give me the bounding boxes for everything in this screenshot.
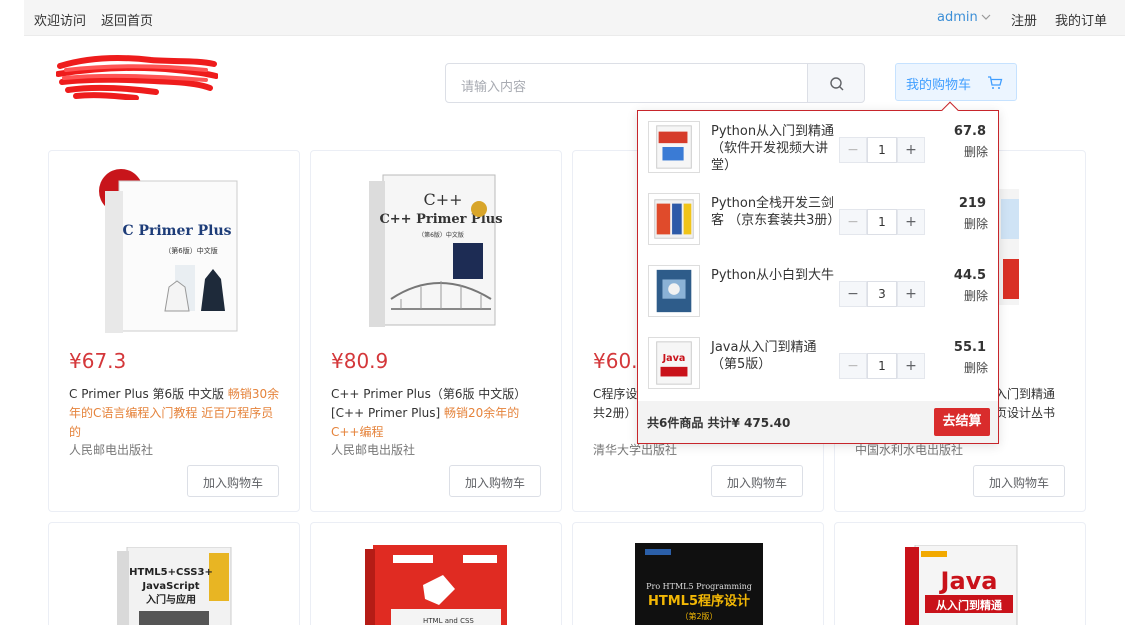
chevron-down-icon[interactable] bbox=[980, 11, 992, 23]
cart-item: Python从入门到精通（软件开发视频大讲堂） − 1 + 67.8 删除 bbox=[638, 113, 998, 185]
increase-button[interactable]: + bbox=[897, 137, 925, 163]
book-cover-image: C++ C++ Primer Plus （第6版）中文版 bbox=[369, 174, 503, 327]
quantity-stepper: − 1 + bbox=[839, 353, 925, 379]
cart-item-thumbnail[interactable] bbox=[648, 121, 700, 173]
product-publisher: 人民邮电出版社 bbox=[69, 443, 154, 457]
decrease-button[interactable]: − bbox=[839, 353, 867, 379]
add-to-cart-button[interactable]: 加入购物车 bbox=[711, 465, 803, 497]
book-cover-image: HTML5+CSS3+ JavaScript 入门与应用 bbox=[117, 547, 232, 625]
cart-item: Python从小白到大牛 − 3 + 44.5 删除 bbox=[638, 257, 998, 329]
cover-title: C Primer Plus bbox=[122, 223, 231, 239]
logo[interactable] bbox=[56, 52, 218, 100]
delete-button[interactable]: 删除 bbox=[964, 143, 988, 160]
product-card[interactable]: Pro HTML5 Programming HTML5程序设计 （第2版） bbox=[572, 522, 824, 625]
delete-button[interactable]: 删除 bbox=[964, 215, 988, 232]
quantity-input[interactable]: 3 bbox=[867, 281, 897, 307]
increase-button[interactable]: + bbox=[897, 209, 925, 235]
cart-summary-bar: 共6件商品 共计¥ 475.40 去结算 bbox=[638, 401, 998, 443]
cart-item: Python全栈开发三剑客 （京东套装共3册） − 1 + 219 删除 bbox=[638, 185, 998, 257]
product-card[interactable]: Java 从入门到精通 bbox=[834, 522, 1086, 625]
user-menu[interactable]: admin bbox=[937, 10, 978, 25]
cart-item-thumbnail[interactable] bbox=[648, 193, 700, 245]
search-icon bbox=[830, 77, 844, 91]
cart-item-price: 219 bbox=[958, 196, 986, 211]
book-cover-image: HTML and CSS bbox=[365, 545, 507, 625]
cover-title: HTML and CSS bbox=[423, 617, 474, 625]
product-card[interactable]: C++ C++ Primer Plus （第6版）中文版 ¥80.9 C++ P… bbox=[310, 150, 562, 512]
svg-text:HTML5+CSS3+: HTML5+CSS3+ bbox=[129, 567, 213, 578]
cover-subtitle: 从入门到精通 bbox=[936, 598, 1002, 612]
cart-item-price: 67.8 bbox=[953, 124, 986, 139]
top-bar: 欢迎访问 返回首页 admin 注册 我的订单 bbox=[24, 0, 1125, 36]
product-title[interactable]: C Primer Plus 第6版 中文版 畅销30余年的C语言编程入门教程 近… bbox=[69, 385, 285, 442]
decrease-button[interactable]: − bbox=[839, 209, 867, 235]
my-cart-label: 我的购物车 bbox=[906, 78, 972, 93]
my-orders-link[interactable]: 我的订单 bbox=[1055, 10, 1107, 29]
quantity-input[interactable]: 1 bbox=[867, 353, 897, 379]
checkout-button[interactable]: 去结算 bbox=[934, 408, 990, 436]
register-link[interactable]: 注册 bbox=[1011, 10, 1037, 29]
cover-title: Java bbox=[939, 567, 998, 595]
cart-item-price: 44.5 bbox=[953, 268, 986, 283]
book-cover-image bbox=[999, 189, 1019, 305]
cart-item-price: 55.1 bbox=[953, 340, 986, 355]
home-link[interactable]: 返回首页 bbox=[101, 10, 153, 29]
cover-subtitle: （第6版）中文版 bbox=[418, 231, 464, 239]
book-cover-image: Java 从入门到精通 bbox=[905, 545, 1018, 625]
cart-item-name[interactable]: Python从小白到大牛 bbox=[711, 267, 839, 284]
cart-icon bbox=[988, 76, 1003, 89]
svg-text:C++: C++ bbox=[423, 190, 462, 209]
add-to-cart-button[interactable]: 加入购物车 bbox=[187, 465, 279, 497]
quantity-input[interactable]: 1 bbox=[867, 137, 897, 163]
product-card[interactable]: HTML and CSS bbox=[310, 522, 562, 625]
product-price: ¥80.9 bbox=[331, 349, 389, 373]
product-price: ¥67.3 bbox=[69, 349, 127, 373]
cart-item-thumbnail[interactable]: Java bbox=[648, 337, 700, 389]
decrease-button[interactable]: − bbox=[839, 137, 867, 163]
cart-item: Java Java从入门到精通（第5版） − 1 + 55.1 删除 bbox=[638, 329, 998, 401]
product-card[interactable]: HTML5+CSS3+ JavaScript 入门与应用 bbox=[48, 522, 300, 625]
cart-dropdown: Python从入门到精通（软件开发视频大讲堂） − 1 + 67.8 删除 Py… bbox=[637, 101, 999, 444]
quantity-stepper: − 1 + bbox=[839, 209, 925, 235]
cart-item-thumbnail[interactable] bbox=[648, 265, 700, 317]
cover-top: Pro HTML5 Programming bbox=[646, 582, 752, 591]
cart-item-name[interactable]: Python全栈开发三剑客 （京东套装共3册） bbox=[711, 195, 840, 229]
cover-subtitle: （第2版） bbox=[680, 611, 717, 621]
increase-button[interactable]: + bbox=[897, 281, 925, 307]
decrease-button[interactable]: − bbox=[839, 281, 867, 307]
search-input[interactable]: 请输入内容 bbox=[445, 63, 808, 103]
search-button[interactable] bbox=[807, 63, 865, 103]
my-cart-button[interactable]: 我的购物车 bbox=[895, 63, 1017, 101]
welcome-link[interactable]: 欢迎访问 bbox=[34, 10, 86, 29]
quantity-stepper: − 1 + bbox=[839, 137, 925, 163]
cart-item-name[interactable]: Java从入门到精通（第5版） bbox=[711, 339, 839, 373]
cart-item-name[interactable]: Python从入门到精通（软件开发视频大讲堂） bbox=[711, 123, 839, 174]
quantity-input[interactable]: 1 bbox=[867, 209, 897, 235]
book-cover-image: C Primer Plus （第6版）中文版 bbox=[99, 169, 238, 333]
quantity-stepper: − 3 + bbox=[839, 281, 925, 307]
increase-button[interactable]: + bbox=[897, 353, 925, 379]
svg-text:Java: Java bbox=[662, 353, 686, 364]
book-cover-image: Pro HTML5 Programming HTML5程序设计 （第2版） bbox=[635, 543, 763, 625]
product-price: ¥60. bbox=[593, 349, 638, 373]
add-to-cart-button[interactable]: 加入购物车 bbox=[973, 465, 1065, 497]
cover-subtitle: （第6版）中文版 bbox=[164, 246, 217, 255]
product-title[interactable]: 入门到精通 页设计丛书 bbox=[995, 385, 1085, 423]
product-card[interactable]: C Primer Plus （第6版）中文版 ¥67.3 C Primer Pl… bbox=[48, 150, 300, 512]
product-publisher: 人民邮电出版社 bbox=[331, 443, 416, 457]
search-placeholder: 请输入内容 bbox=[461, 80, 527, 95]
delete-button[interactable]: 删除 bbox=[964, 359, 988, 376]
svg-text:JavaScript: JavaScript bbox=[141, 581, 199, 592]
add-to-cart-button[interactable]: 加入购物车 bbox=[449, 465, 541, 497]
delete-button[interactable]: 删除 bbox=[964, 287, 988, 304]
cover-title: HTML5程序设计 bbox=[648, 593, 750, 609]
cart-total: 共6件商品 共计¥ 475.40 bbox=[647, 416, 791, 430]
svg-text:入门与应用: 入门与应用 bbox=[146, 593, 196, 606]
product-title[interactable]: C++ Primer Plus（第6版 中文版）[C++ Primer Plus… bbox=[331, 385, 547, 442]
